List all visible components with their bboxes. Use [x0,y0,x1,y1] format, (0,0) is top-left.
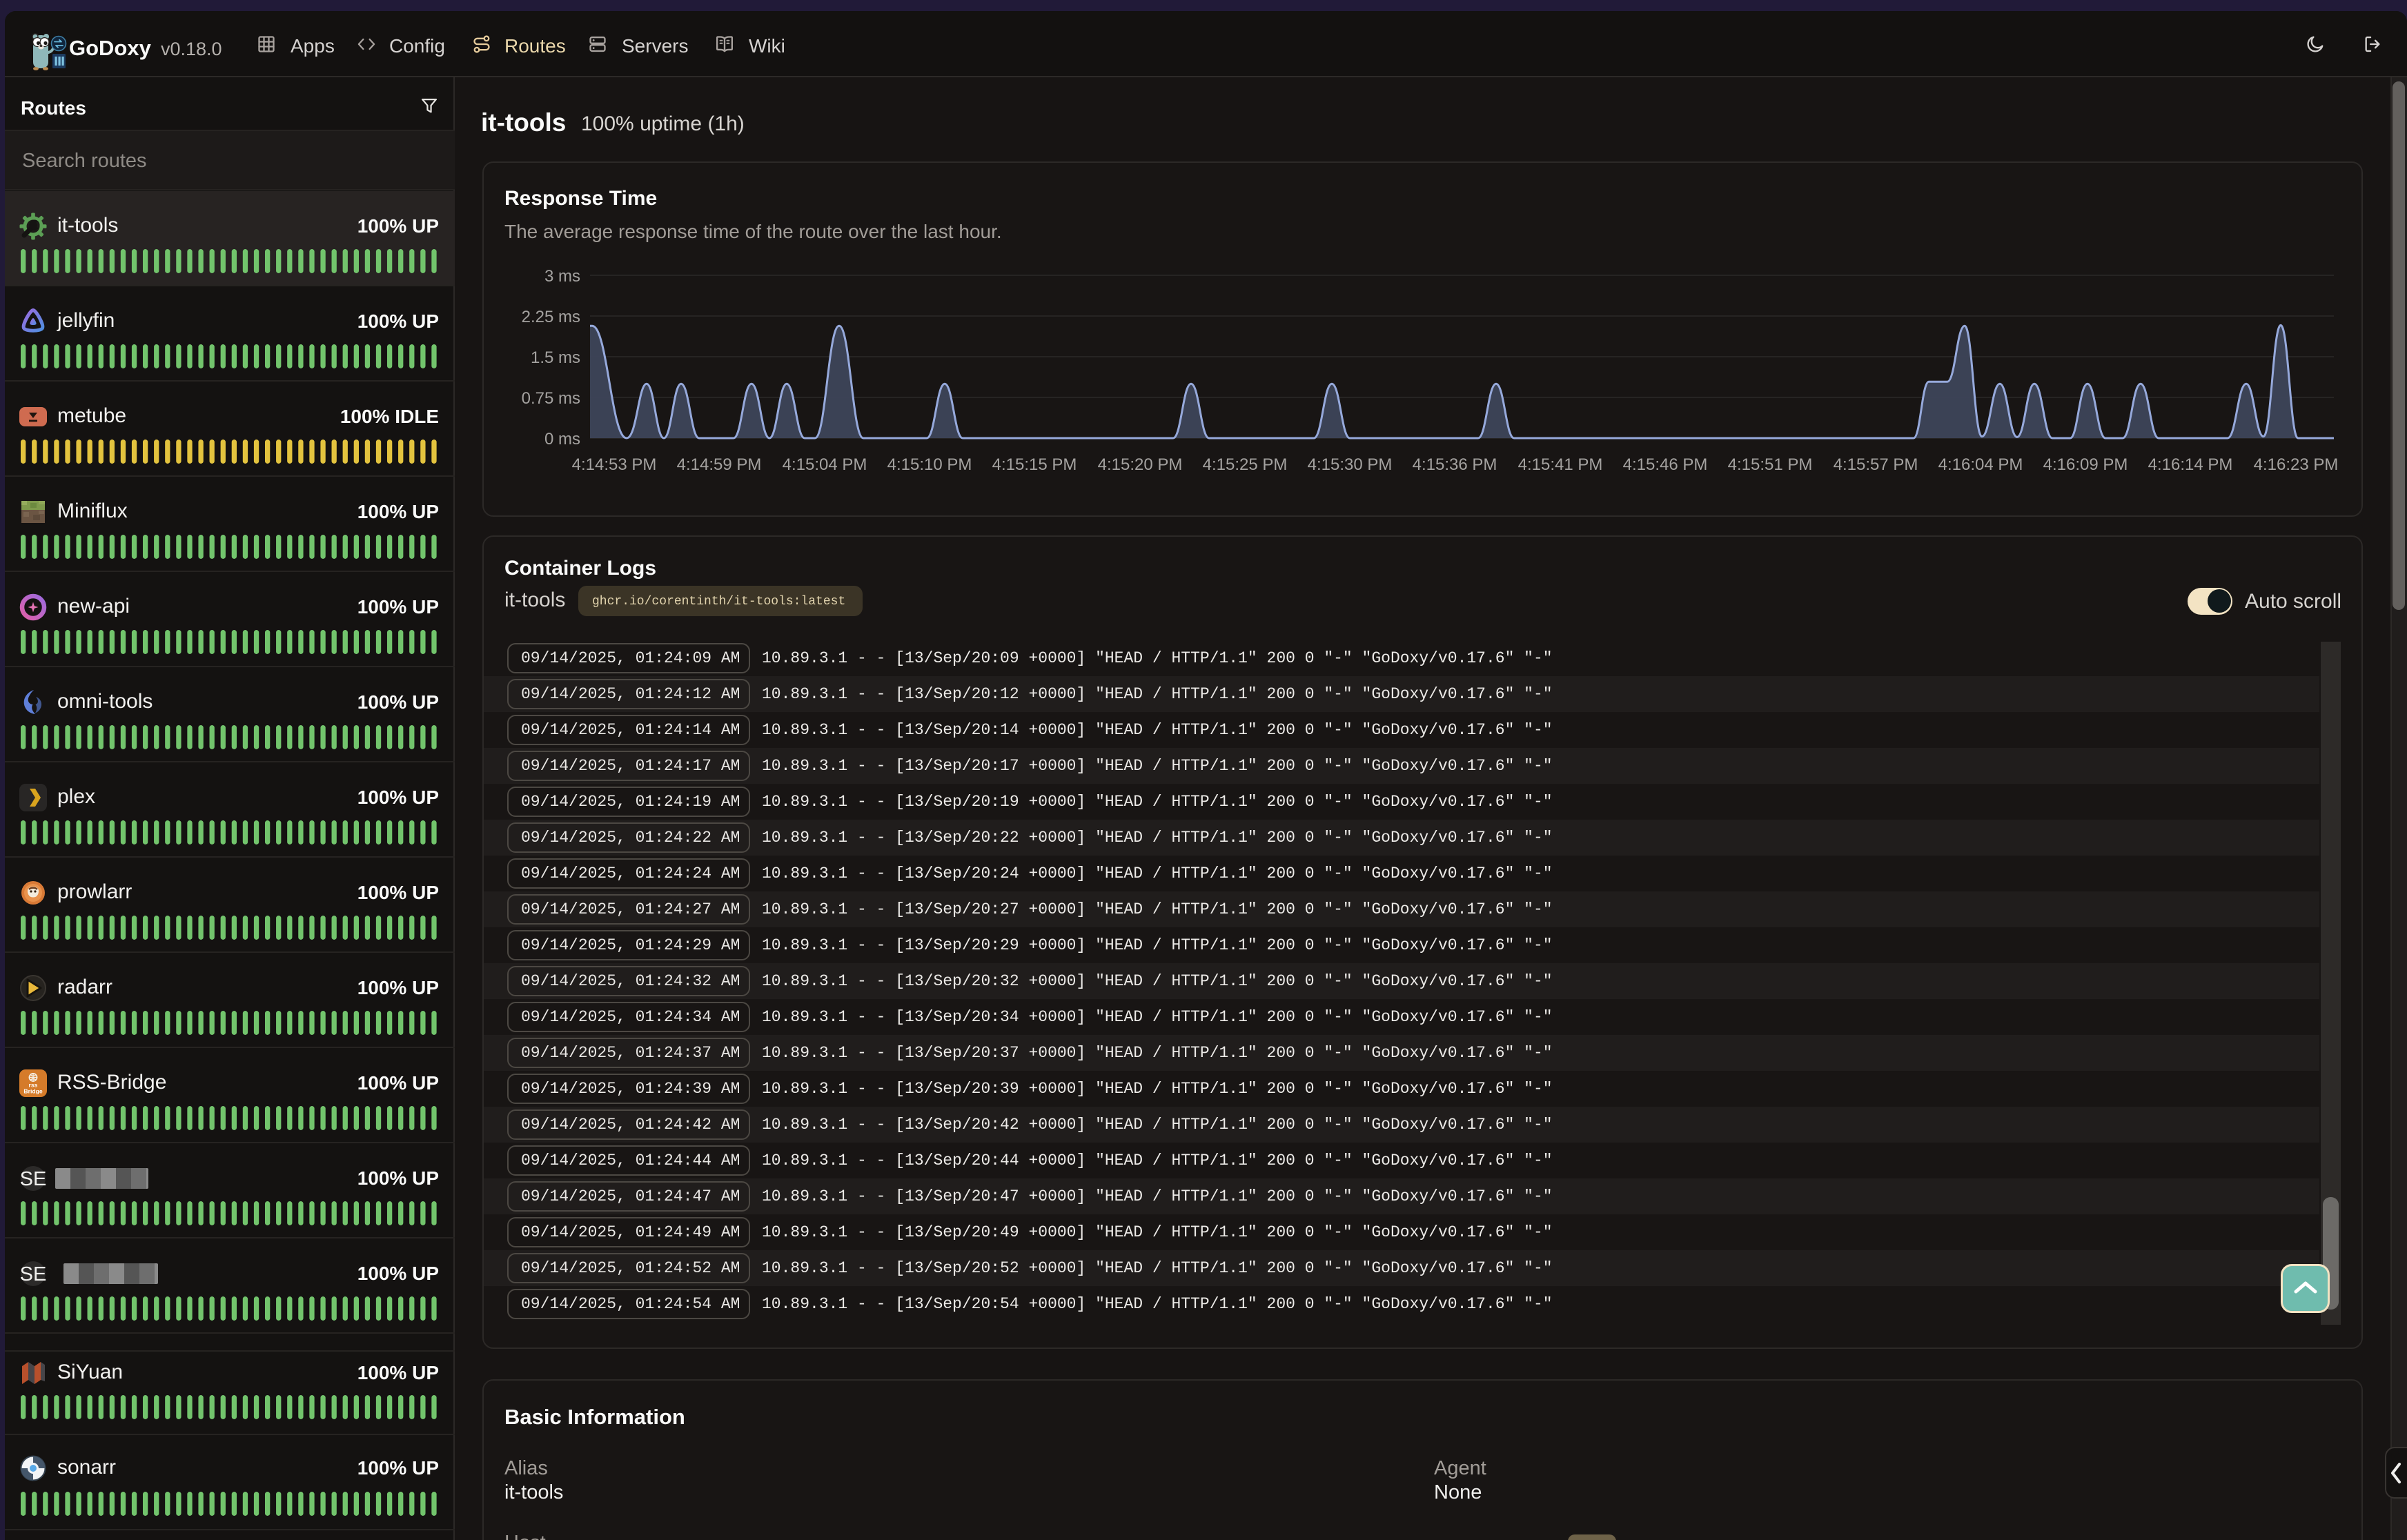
svg-text:4:14:59 PM: 4:14:59 PM [677,455,762,474]
svg-text:4:15:15 PM: 4:15:15 PM [992,455,1077,474]
svg-text:1.5 ms: 1.5 ms [531,348,580,367]
svg-text:4:16:14 PM: 4:16:14 PM [2148,455,2233,474]
svg-text:2.25 ms: 2.25 ms [522,308,580,326]
svg-text:SE: SE [20,1168,47,1190]
svg-text:4:15:25 PM: 4:15:25 PM [1203,455,1288,474]
svg-text:4:15:10 PM: 4:15:10 PM [887,455,972,474]
svg-text:4:16:04 PM: 4:16:04 PM [1938,455,2023,474]
svg-text:4:15:57 PM: 4:15:57 PM [1834,455,1918,474]
svg-text:4:15:51 PM: 4:15:51 PM [1728,455,1813,474]
svg-text:0.75 ms: 0.75 ms [522,389,580,408]
svg-text:SE: SE [20,1263,47,1285]
svg-text:3 ms: 3 ms [544,267,580,286]
svg-text:4:16:23 PM: 4:16:23 PM [2254,455,2339,474]
svg-text:4:15:30 PM: 4:15:30 PM [1308,455,1393,474]
svg-text:4:15:36 PM: 4:15:36 PM [1413,455,1497,474]
svg-text:0 ms: 0 ms [544,430,580,448]
svg-text:4:16:09 PM: 4:16:09 PM [2043,455,2128,474]
svg-text:4:14:53 PM: 4:14:53 PM [572,455,657,474]
svg-text:4:15:46 PM: 4:15:46 PM [1623,455,1708,474]
svg-text:4:15:41 PM: 4:15:41 PM [1518,455,1603,474]
svg-text:4:15:04 PM: 4:15:04 PM [783,455,867,474]
svg-text:Bridge: Bridge [23,1088,42,1095]
svg-text:4:15:20 PM: 4:15:20 PM [1098,455,1183,474]
